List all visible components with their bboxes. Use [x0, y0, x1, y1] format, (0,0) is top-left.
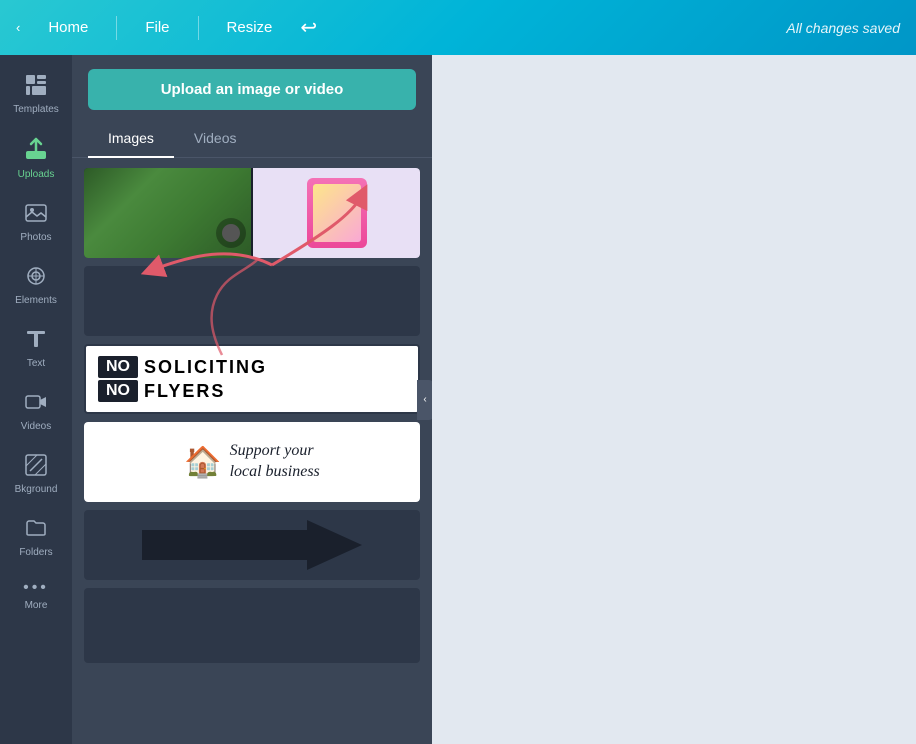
- panel-content: NO SOLICITING NO FLYERS 🏠 Support yourlo…: [72, 158, 432, 744]
- sign-flyers-text: FLYERS: [144, 381, 225, 402]
- back-chevron: ‹: [16, 20, 20, 35]
- file-button[interactable]: File: [137, 15, 177, 40]
- upload-button[interactable]: Upload an image or video: [88, 69, 416, 110]
- collage-right: [253, 168, 420, 258]
- list-item[interactable]: NO SOLICITING NO FLYERS: [84, 344, 420, 414]
- sign-row-2: NO FLYERS: [98, 380, 406, 402]
- sign-soliciting-text: SOLICITING: [144, 357, 267, 378]
- sidebar-item-videos[interactable]: Videos: [0, 381, 72, 442]
- photos-icon: [25, 202, 47, 228]
- sign-box-no2: NO: [98, 380, 138, 402]
- list-item[interactable]: [84, 510, 420, 580]
- save-status: All changes saved: [786, 20, 900, 36]
- resize-button[interactable]: Resize: [219, 15, 281, 40]
- uploads-label: Uploads: [18, 169, 55, 180]
- sidebar-item-folders[interactable]: Folders: [0, 507, 72, 568]
- templates-label: Templates: [13, 104, 59, 115]
- videos-label: Videos: [21, 421, 51, 432]
- main-layout: Templates Uploads Photos: [0, 55, 916, 744]
- list-item[interactable]: [84, 266, 420, 336]
- elements-icon: [25, 265, 47, 291]
- uploads-icon: [24, 137, 48, 165]
- undo-button[interactable]: ↩: [300, 15, 317, 40]
- more-label: More: [25, 600, 48, 611]
- sign-row-1: NO SOLICITING: [98, 356, 406, 378]
- sidebar-item-templates[interactable]: Templates: [0, 64, 72, 125]
- list-item[interactable]: [84, 588, 420, 663]
- templates-icon: [25, 74, 47, 100]
- tab-bar: Images Videos: [72, 120, 432, 158]
- nav-divider: [116, 16, 117, 40]
- sidebar: Templates Uploads Photos: [0, 55, 72, 744]
- photos-label: Photos: [20, 232, 51, 243]
- list-item[interactable]: 🏠 Support yourlocal business: [84, 422, 420, 502]
- folders-label: Folders: [19, 547, 52, 558]
- text-icon: [25, 328, 47, 354]
- sidebar-item-uploads[interactable]: Uploads: [0, 127, 72, 190]
- collage-left: [84, 168, 251, 258]
- upload-button-wrap: Upload an image or video: [72, 55, 432, 120]
- house-icon: 🏠: [184, 445, 221, 480]
- sidebar-item-more[interactable]: ••• More: [0, 570, 72, 621]
- canvas-area[interactable]: [432, 55, 916, 744]
- folders-icon: [25, 517, 47, 543]
- list-item[interactable]: [84, 168, 420, 258]
- tab-images[interactable]: Images: [88, 120, 174, 158]
- topbar: ‹ Home File Resize ↩ All changes saved: [0, 0, 916, 55]
- collapse-panel-button[interactable]: ‹: [417, 380, 432, 420]
- sidebar-item-photos[interactable]: Photos: [0, 192, 72, 253]
- tab-videos[interactable]: Videos: [174, 120, 257, 158]
- sidebar-item-background[interactable]: Bkground: [0, 444, 72, 505]
- support-text: Support yourlocal business: [230, 441, 320, 483]
- arrow-shape: [142, 520, 362, 570]
- home-button[interactable]: Home: [40, 15, 96, 40]
- uploads-panel: Upload an image or video Images Videos: [72, 55, 432, 744]
- sidebar-item-elements[interactable]: Elements: [0, 255, 72, 316]
- sign-box-no: NO: [98, 356, 138, 378]
- more-icon: •••: [23, 580, 49, 596]
- pink-device: [307, 178, 367, 248]
- background-icon: [25, 454, 47, 480]
- collapse-icon: ‹: [423, 394, 426, 405]
- background-label: Bkground: [15, 484, 58, 495]
- nav-divider-2: [198, 16, 199, 40]
- videos-icon: [25, 391, 47, 417]
- text-label: Text: [27, 358, 45, 369]
- image-grid: NO SOLICITING NO FLYERS 🏠 Support yourlo…: [84, 168, 420, 663]
- elements-label: Elements: [15, 295, 57, 306]
- sidebar-item-text[interactable]: Text: [0, 318, 72, 379]
